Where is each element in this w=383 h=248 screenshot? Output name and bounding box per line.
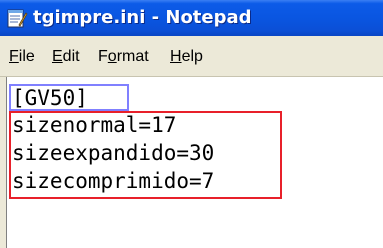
menu-help-label: elp bbox=[181, 48, 203, 65]
menu-edit-mnemonic: E bbox=[52, 48, 63, 65]
section-highlight-box bbox=[9, 84, 129, 111]
menu-bar: File Edit Format Help bbox=[0, 36, 383, 77]
keys-highlight-box bbox=[9, 111, 282, 199]
window-title: tgimpre.ini - Notepad bbox=[33, 7, 252, 28]
menu-format[interactable]: Format bbox=[98, 47, 149, 67]
menu-format-prefix: F bbox=[98, 48, 108, 65]
menu-file-label: ile bbox=[18, 48, 35, 65]
menu-help-mnemonic: H bbox=[170, 48, 182, 65]
menu-edit[interactable]: Edit bbox=[52, 47, 80, 67]
menu-edit-label: dit bbox=[62, 48, 80, 65]
menu-file-mnemonic: F bbox=[9, 48, 19, 65]
title-bar[interactable]: tgimpre.ini - Notepad bbox=[0, 0, 383, 36]
notepad-icon bbox=[7, 9, 28, 28]
menu-format-label: rmat bbox=[116, 48, 149, 65]
menu-help[interactable]: Help bbox=[170, 47, 203, 67]
menu-format-mnemonic: o bbox=[107, 48, 117, 65]
menu-file[interactable]: File bbox=[9, 47, 35, 67]
window-left-border bbox=[0, 77, 7, 248]
